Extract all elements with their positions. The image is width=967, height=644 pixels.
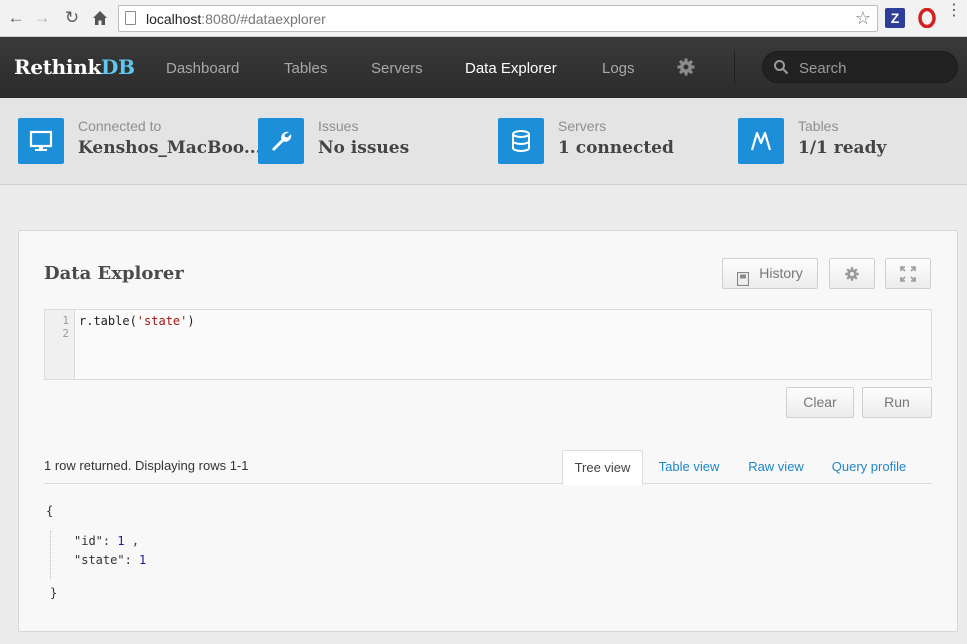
forward-arrow-icon[interactable]: → — [30, 6, 54, 30]
browser-menu-icon[interactable]: ⋮ — [946, 3, 962, 19]
extension-opera-icon[interactable] — [917, 7, 937, 29]
reload-icon[interactable]: ↻ — [60, 6, 84, 30]
query-code[interactable]: r.table('state') — [79, 314, 195, 328]
tab-tree-view[interactable]: Tree view — [562, 450, 643, 485]
logo-text: Rethink — [14, 55, 102, 79]
database-icon — [498, 118, 544, 164]
url-host: localhost — [146, 11, 202, 27]
line-number: 2 — [62, 327, 69, 340]
panel-title: Data Explorer — [44, 263, 184, 284]
settings-gear-icon[interactable] — [676, 57, 696, 77]
nav-tables[interactable]: Tables — [284, 60, 327, 77]
json-close-brace: } — [50, 586, 58, 600]
gear-icon — [845, 267, 859, 281]
status-connected-value: Kenshos_MacBoo... — [78, 138, 262, 158]
tab-raw-view[interactable]: Raw view — [739, 450, 813, 485]
search-box[interactable] — [762, 51, 958, 83]
extension-z-icon[interactable]: Z — [885, 8, 905, 28]
search-input[interactable] — [799, 58, 949, 78]
history-label: History — [759, 265, 803, 281]
home-icon[interactable] — [88, 6, 112, 30]
code-prefix: r.table( — [79, 314, 137, 328]
tables-icon — [738, 118, 784, 164]
status-servers-value: 1 connected — [558, 138, 674, 158]
status-servers-label: Servers — [558, 118, 607, 134]
json-value: 1 — [139, 553, 147, 567]
clear-button[interactable]: Clear — [786, 387, 854, 418]
url-path: :8080/#dataexplorer — [201, 11, 326, 27]
json-comma: , — [124, 534, 140, 548]
bookmark-star-icon[interactable]: ☆ — [855, 8, 871, 29]
json-field: "state": 1 — [74, 553, 147, 567]
line-number-gutter: 1 2 — [45, 310, 75, 379]
json-indent-guide — [50, 531, 51, 579]
nav-servers[interactable]: Servers — [371, 60, 423, 77]
nav-dashboard[interactable]: Dashboard — [166, 60, 239, 77]
tab-table-view[interactable]: Table view — [649, 450, 729, 485]
logo-text-db: DB — [101, 55, 135, 79]
code-suffix: ) — [187, 314, 195, 328]
back-arrow-icon[interactable]: ← — [4, 6, 28, 30]
history-button[interactable]: History — [722, 258, 818, 289]
status-tables-label: Tables — [798, 118, 839, 134]
query-editor[interactable]: 1 2 r.table('state') — [44, 309, 932, 380]
json-value: 1 — [117, 534, 125, 548]
search-icon — [773, 59, 789, 75]
browser-toolbar: ← → ↻ localhost:8080/#dataexplorer ☆ Z ⋮ — [0, 0, 967, 37]
page-icon — [125, 11, 136, 25]
json-key: "id" — [74, 534, 103, 548]
address-url[interactable]: localhost:8080/#dataexplorer — [146, 11, 326, 27]
nav-data-explorer[interactable]: Data Explorer — [465, 60, 557, 77]
book-icon — [736, 267, 750, 287]
wrench-icon — [258, 118, 304, 164]
json-key: "state" — [74, 553, 125, 567]
monitor-icon — [18, 118, 64, 164]
run-button[interactable]: Run — [862, 387, 932, 418]
nav-divider — [734, 51, 735, 84]
app-navbar: RethinkDB Dashboard Tables Servers Data … — [0, 37, 967, 98]
tab-query-profile[interactable]: Query profile — [823, 450, 915, 485]
cluster-status-bar: Connected to Kenshos_MacBoo... Issues No… — [0, 98, 967, 185]
code-string: 'state' — [136, 314, 188, 328]
line-number: 1 — [62, 314, 69, 327]
options-button[interactable] — [829, 258, 875, 289]
json-open-brace: { — [46, 504, 54, 518]
rethinkdb-logo[interactable]: RethinkDB — [14, 55, 135, 79]
address-bar[interactable]: localhost:8080/#dataexplorer ☆ — [118, 5, 878, 32]
fullscreen-button[interactable] — [885, 258, 931, 289]
status-issues-label: Issues — [318, 118, 359, 134]
data-explorer-panel: Data Explorer History 1 2 r.table('state… — [18, 230, 958, 632]
status-connected-label: Connected to — [78, 118, 162, 134]
json-field: "id": 1 , — [74, 534, 140, 548]
status-tables-value: 1/1 ready — [798, 138, 887, 158]
status-issues-value: No issues — [318, 138, 410, 158]
rows-returned-info: 1 row returned. Displaying rows 1-1 — [44, 458, 249, 473]
nav-logs[interactable]: Logs — [602, 60, 635, 77]
expand-icon — [900, 266, 916, 282]
